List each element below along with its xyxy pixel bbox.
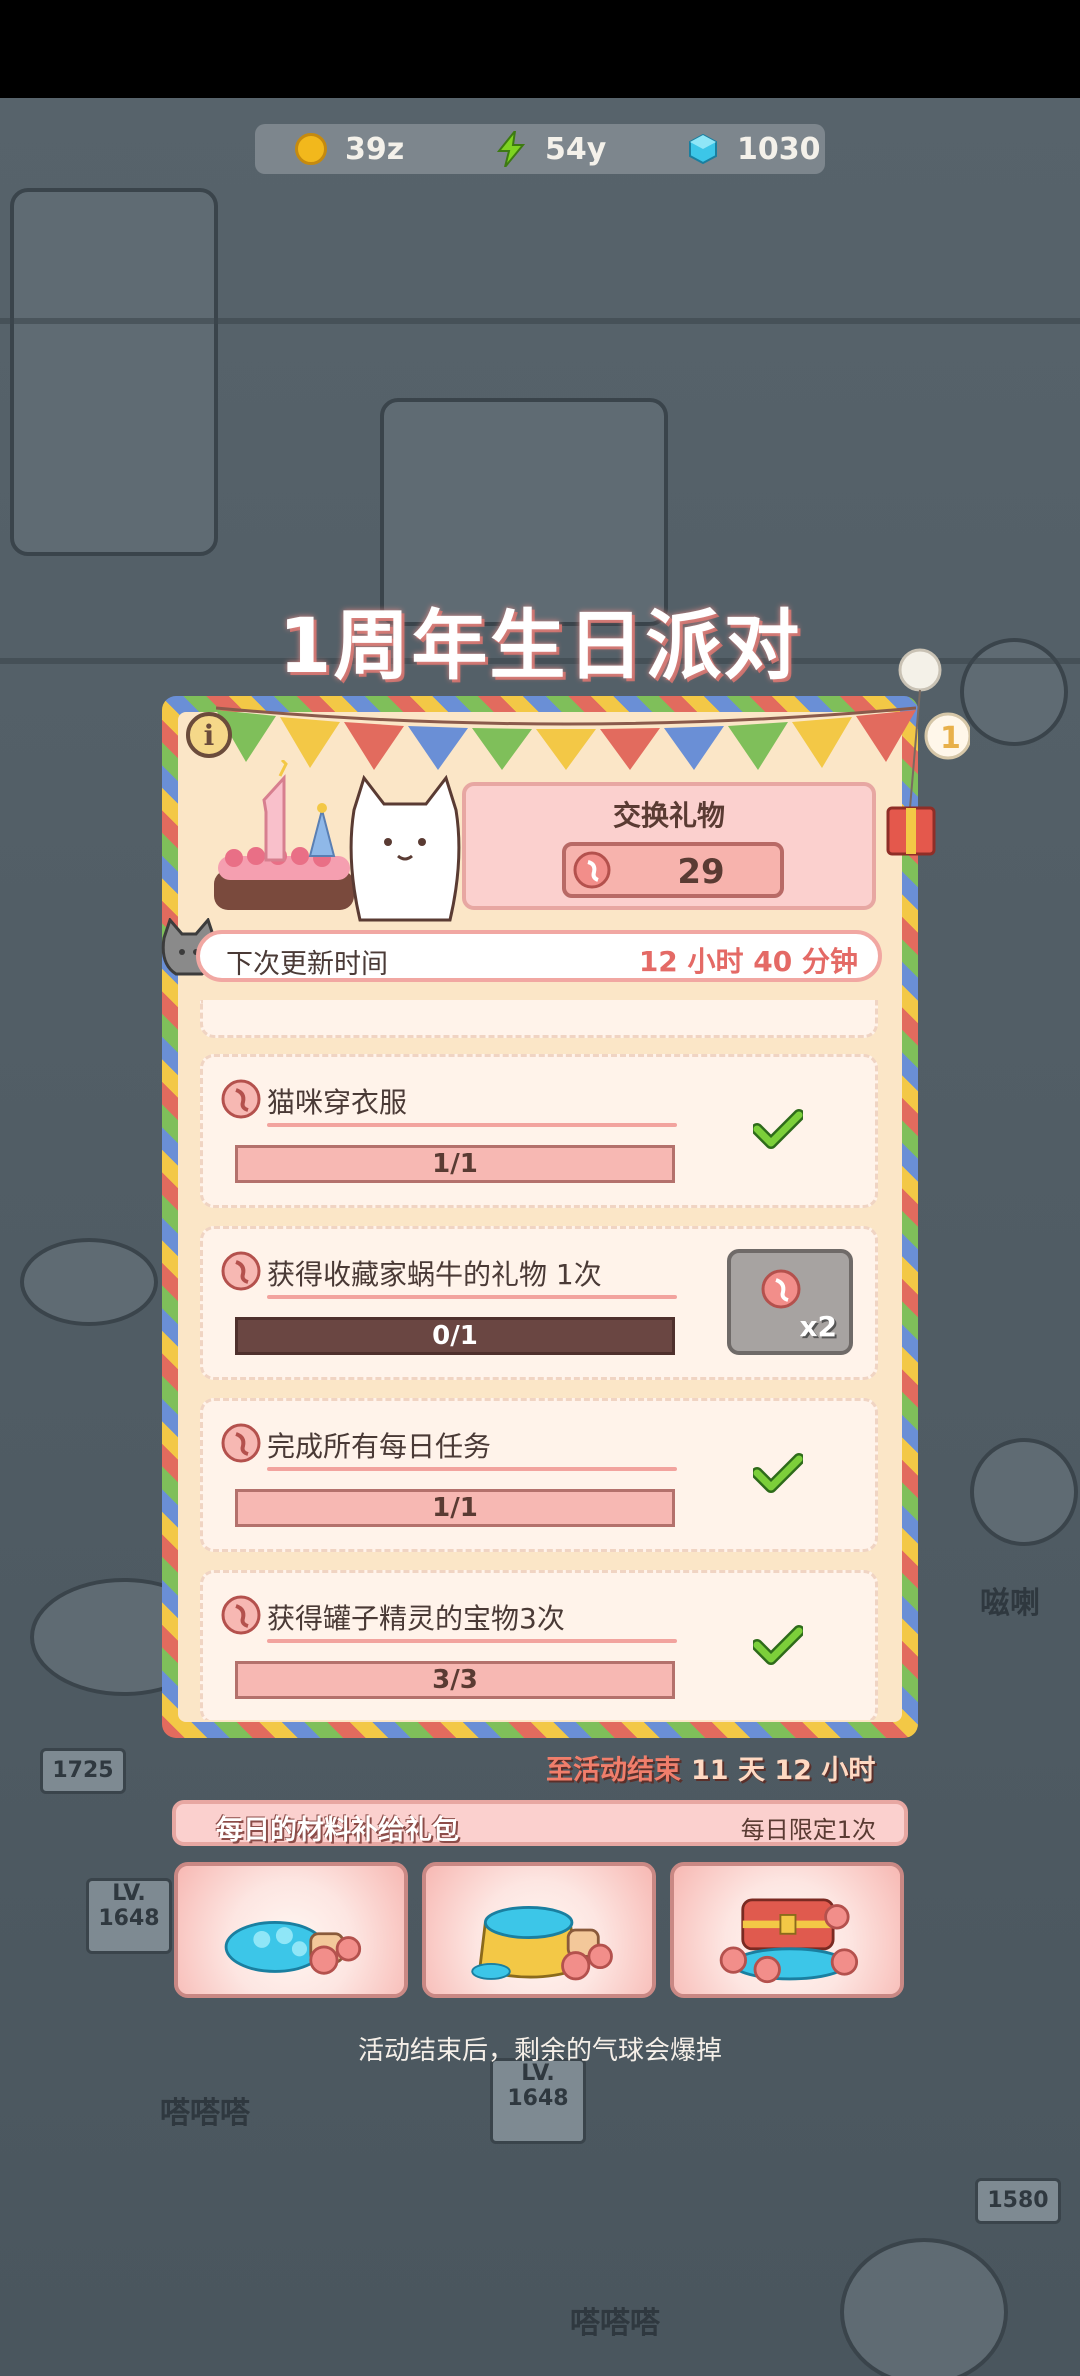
task-title: 获得罐子精灵的宝物3次	[267, 1602, 565, 1635]
gem-sack-pack-icon	[471, 1906, 613, 1981]
daily-pack-title: 每日的材料补给礼包	[216, 1815, 459, 1846]
svg-text:1: 1	[940, 721, 961, 756]
task-list[interactable]: 猫咪穿衣服 1/1 获得收藏家蜗牛的礼物 1次 0/1 x2 完成所有每日任务 …	[180, 1000, 898, 1720]
balloon-icon	[761, 1269, 801, 1309]
scene-sound-text-right: 嗞喇	[980, 1586, 1040, 1621]
energy-amount: 54y	[545, 131, 607, 167]
check-icon	[753, 1625, 803, 1665]
next-refresh-bar: 下次更新时间 12 小时 40 分钟	[196, 930, 882, 982]
check-icon	[753, 1109, 803, 1149]
daily-pack-2[interactable]	[422, 1862, 656, 1998]
well-left	[20, 1238, 158, 1326]
treasure-chest-pack-icon	[719, 1898, 859, 1984]
task-title: 完成所有每日任务	[267, 1430, 492, 1463]
daily-pack-3[interactable]	[670, 1862, 904, 1998]
exchange-count: 29	[677, 852, 725, 892]
scene-sign-1580: 1580	[975, 2178, 1061, 2224]
claim-reward-button[interactable]: x2	[727, 1249, 853, 1355]
task-daily-missions: 完成所有每日任务 1/1	[200, 1398, 878, 1552]
balloon-icon	[573, 851, 611, 889]
balloon-icon	[221, 1251, 261, 1291]
status-bar	[0, 0, 1080, 98]
gems-and-balloons-pack-icon	[224, 1921, 362, 1975]
balloon-gift-icon[interactable]: 1	[880, 648, 970, 868]
task-progress-bar: 1/1	[235, 1145, 675, 1183]
check-icon	[753, 1453, 803, 1493]
info-button[interactable]: i	[186, 712, 232, 758]
currency-bar: 39z 54y 1030	[255, 124, 825, 174]
coin-icon	[295, 133, 327, 165]
task-title: 获得收藏家蜗牛的礼物 1次	[267, 1258, 602, 1291]
scene-sound-text-left: 嗒嗒嗒	[160, 2096, 250, 2131]
balloon-expire-note: 活动结束后，剩余的气球会爆掉	[357, 2036, 722, 2066]
next-refresh-label: 下次更新时间	[226, 949, 388, 980]
exchange-gift-box[interactable]: 交换礼物 29	[462, 782, 876, 910]
task-progress-bar: 0/1	[235, 1317, 675, 1355]
claw-machine	[10, 188, 218, 556]
gem-icon	[689, 133, 717, 165]
daily-pack-limit: 每日限定1次	[740, 1816, 876, 1844]
scene-sound-text-bottom: 嗒嗒嗒	[570, 2306, 660, 2341]
gem-amount: 1030	[737, 131, 821, 167]
gem-counter[interactable]: 1030	[687, 124, 821, 174]
event-countdown-label: 至活动结束	[546, 1755, 681, 1786]
task-snail-gift: 获得收藏家蜗牛的礼物 1次 0/1 x2	[200, 1226, 878, 1380]
round-sign-right-lower	[970, 1438, 1078, 1546]
task-progress-text: 1/1	[432, 1493, 478, 1523]
energy-counter[interactable]: 54y	[495, 124, 606, 174]
exchange-gift-title: 交换礼物	[612, 799, 725, 832]
pot-bottom	[840, 2238, 1008, 2376]
task-progress-text: 3/3	[432, 1665, 478, 1695]
balloon-icon	[221, 1079, 261, 1119]
coin-amount: 39z	[345, 131, 405, 167]
task-progress-text: 0/1	[432, 1321, 478, 1351]
task-progress-bar: 1/1	[235, 1489, 675, 1527]
event-countdown-value: 11 天 12 小时	[691, 1755, 876, 1786]
exchange-balloon-counter: 29	[562, 842, 784, 898]
scene-sign-lv-1648-bottom: LV. 1648	[490, 2058, 586, 2144]
task-cat-dressup: 猫咪穿衣服 1/1	[200, 1054, 878, 1208]
next-refresh-time: 12 小时 40 分钟	[638, 945, 858, 978]
balloon-icon	[221, 1423, 261, 1463]
task-progress-text: 1/1	[432, 1149, 478, 1179]
scene-sign-1725: 1725	[40, 1748, 126, 1794]
task-title: 猫咪穿衣服	[267, 1086, 408, 1119]
lightning-icon	[496, 131, 526, 167]
coin-counter[interactable]: 39z	[295, 124, 404, 174]
event-countdown: 至活动结束 11 天 12 小时	[546, 1748, 875, 1787]
info-icon: i	[203, 718, 215, 752]
reward-multiplier: x2	[799, 1310, 837, 1343]
scene-sign-lv-1648-left: LV. 1648	[86, 1878, 172, 1954]
daily-pack-header: 每日的材料补给礼包 每日限定1次	[172, 1800, 908, 1846]
balloon-icon	[221, 1595, 261, 1635]
task-progress-bar: 3/3	[235, 1661, 675, 1699]
task-jar-treasure: 获得罐子精灵的宝物3次 3/3	[200, 1570, 878, 1720]
daily-pack-1[interactable]	[174, 1862, 408, 1998]
white-cat-icon	[349, 774, 461, 922]
list-item-partial	[200, 1000, 878, 1038]
